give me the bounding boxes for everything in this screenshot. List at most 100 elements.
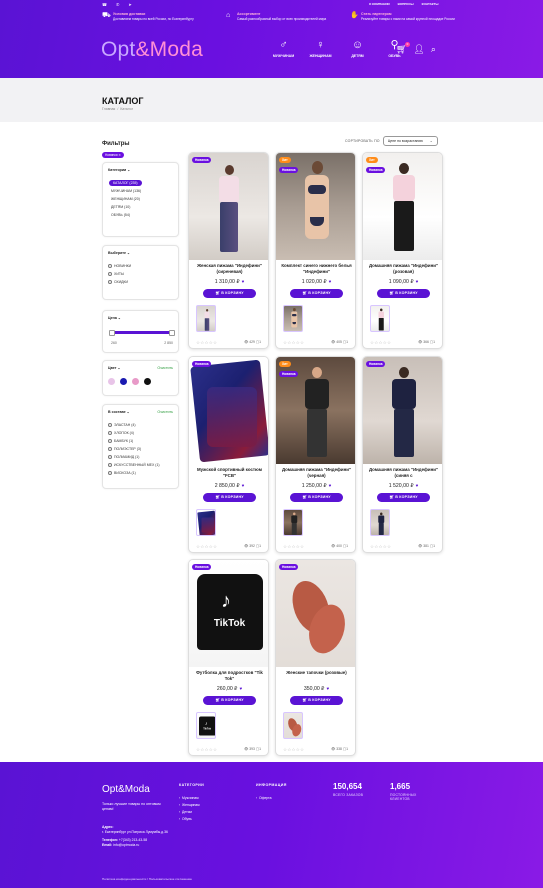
rating-stars[interactable]: ☆☆☆☆☆ xyxy=(196,340,217,346)
user-icon[interactable]: 👤︎ xyxy=(413,44,424,55)
price-range-track[interactable] xyxy=(111,331,171,334)
rating-stars[interactable]: ☆☆☆☆☆ xyxy=(196,747,217,753)
phone-icon[interactable]: ☎ xyxy=(102,2,107,7)
add-to-cart-button[interactable]: 🛒︎ В КОРЗИНУ xyxy=(377,289,430,298)
product-image[interactable] xyxy=(189,357,268,464)
heart-icon[interactable]: ♥ xyxy=(416,279,419,284)
heart-icon[interactable]: ♥ xyxy=(239,686,242,691)
footer-link[interactable]: › Детям xyxy=(179,809,200,816)
composition-item[interactable]: ИСКУССТВЕННЫЙ МЕХ (1) xyxy=(108,461,160,469)
option-new[interactable]: НОВИНКИ xyxy=(108,262,131,270)
product-name[interactable]: Домашняя пижама "Индефини" (черная) xyxy=(280,467,353,478)
product-thumbnail[interactable] xyxy=(283,712,303,739)
price-max-handle[interactable] xyxy=(169,329,175,336)
composition-item[interactable]: БАМБУК (1) xyxy=(108,437,160,445)
add-to-cart-button[interactable]: 🛒︎ В КОРЗИНУ xyxy=(290,696,343,705)
nav-kids[interactable]: ☺ ДЕТЯМ xyxy=(344,38,371,58)
filter-heading[interactable]: Цена ⌄ xyxy=(108,316,121,320)
price-min-handle[interactable] xyxy=(109,329,115,336)
sort-select[interactable]: Цене по возрастанию ⌄ xyxy=(382,136,438,146)
composition-item[interactable]: ХЛОПОК (4) xyxy=(108,429,160,437)
heart-icon[interactable]: ♥ xyxy=(329,483,332,488)
product-card[interactable]: Новинка Мужской спортивный костюм "FCB" … xyxy=(188,356,269,553)
heart-icon[interactable]: ♥ xyxy=(326,686,329,691)
color-swatch[interactable] xyxy=(132,378,139,385)
product-card[interactable]: Хит Новинка Комплект синего нижнего белья… xyxy=(275,152,356,349)
add-to-cart-button[interactable]: 🛒︎ В КОРЗИНУ xyxy=(377,493,430,502)
composition-item[interactable]: ЭЛАСТАН (4) xyxy=(108,421,160,429)
breadcrumb-home[interactable]: Главная xyxy=(102,107,115,111)
product-image[interactable]: TikTok ♪ xyxy=(189,560,268,667)
heart-icon[interactable]: ♥ xyxy=(416,483,419,488)
add-to-cart-button[interactable]: 🛒︎ В КОРЗИНУ xyxy=(290,493,343,502)
heart-icon[interactable]: ♥ xyxy=(242,279,245,284)
add-to-cart-button[interactable]: 🛒︎ В КОРЗИНУ xyxy=(203,696,256,705)
composition-item[interactable]: ПОЛИЭСТЕР (3) xyxy=(108,445,160,453)
product-card[interactable]: Хит Новинка Домашняя пижама "Индефини" (р… xyxy=(362,152,443,349)
color-swatch[interactable] xyxy=(144,378,151,385)
email-link[interactable]: info@optmoda.ru xyxy=(113,843,139,847)
product-name[interactable]: Домашняя пижама "Индефини" (синяя с xyxy=(367,467,440,478)
filter-heading[interactable]: Выберите ⌄ xyxy=(108,251,130,255)
product-thumbnail[interactable] xyxy=(370,509,390,536)
footer-policy-links[interactable]: Политика конфиденциальности / Пользовате… xyxy=(102,877,192,881)
product-image[interactable] xyxy=(189,153,268,260)
color-swatch[interactable] xyxy=(108,378,115,385)
product-thumbnail[interactable] xyxy=(370,305,390,332)
top-link-about[interactable]: О КОМПАНИИ xyxy=(369,2,390,6)
product-card[interactable]: Новинка Женские тапочки (розовые) 350,00… xyxy=(275,559,356,756)
add-to-cart-button[interactable]: 🛒︎ В КОРЗИНУ xyxy=(203,493,256,502)
site-logo[interactable]: Opt&Moda xyxy=(101,38,203,62)
product-card[interactable]: TikTok ♪ Новинка Футболка для подростков … xyxy=(188,559,269,756)
product-name[interactable]: Женские тапочки (розовые) xyxy=(280,670,353,676)
filter-heading[interactable]: Категории ⌄ xyxy=(108,168,130,172)
product-image[interactable] xyxy=(276,560,355,667)
footer-link[interactable]: › Оферта xyxy=(256,795,272,802)
product-image[interactable] xyxy=(363,357,442,464)
composition-item[interactable]: ВИСКОЗА (1) xyxy=(108,469,160,477)
color-clear-link[interactable]: Очистить xyxy=(157,366,173,370)
rating-stars[interactable]: ☆☆☆☆☆ xyxy=(283,747,304,753)
whatsapp-icon[interactable]: ✆ xyxy=(116,2,119,7)
footer-link[interactable]: › Мужчинам xyxy=(179,795,200,802)
category-item[interactable]: МУЖЧИНАМ (136) xyxy=(111,187,142,195)
product-thumbnail[interactable] xyxy=(196,305,216,332)
nav-women[interactable]: ♀ ЖЕНЩИНАМ xyxy=(307,38,334,58)
composition-clear-link[interactable]: Очистить xyxy=(157,410,173,414)
phone-link[interactable]: +7(343) 213-43-58 xyxy=(119,838,147,842)
option-sale[interactable]: СКИДКИ xyxy=(108,278,131,286)
add-to-cart-button[interactable]: 🛒︎ В КОРЗИНУ xyxy=(290,289,343,298)
product-thumbnail[interactable]: TikTok ♪ xyxy=(196,712,216,739)
product-thumbnail[interactable] xyxy=(283,305,303,332)
footer-link[interactable]: › Женщинам xyxy=(179,802,200,809)
rating-stars[interactable]: ☆☆☆☆☆ xyxy=(196,544,217,550)
telegram-icon[interactable]: ➤ xyxy=(128,2,131,7)
rating-stars[interactable]: ☆☆☆☆☆ xyxy=(370,340,391,346)
category-item[interactable]: ДЕТЯМ (10) xyxy=(111,203,142,211)
product-name[interactable]: Мужской спортивный костюм "FCB" xyxy=(193,467,266,478)
rating-stars[interactable]: ☆☆☆☆☆ xyxy=(283,340,304,346)
footer-logo[interactable]: Opt&Moda xyxy=(102,784,150,795)
filter-heading[interactable]: В составе ⌄ xyxy=(108,410,130,414)
heart-icon[interactable]: ♥ xyxy=(329,279,332,284)
category-item[interactable]: ЖЕНЩИНАМ (20) xyxy=(111,195,142,203)
filter-heading[interactable]: Цвет ⌄ xyxy=(108,366,121,370)
rating-stars[interactable]: ☆☆☆☆☆ xyxy=(370,544,391,550)
rating-stars[interactable]: ☆☆☆☆☆ xyxy=(283,544,304,550)
footer-link[interactable]: › Обувь xyxy=(179,816,200,823)
product-name[interactable]: Женская пижама "Индефини" (сиреневая) xyxy=(193,263,266,274)
category-item[interactable]: КАТАЛОГ (235) xyxy=(109,180,142,186)
add-to-cart-button[interactable]: 🛒︎ В КОРЗИНУ xyxy=(203,289,256,298)
product-card[interactable]: Хит Новинка Домашняя пижама "Индефини" (ч… xyxy=(275,356,356,553)
search-icon[interactable]: ⌕ xyxy=(431,44,436,55)
option-hits[interactable]: ХИТЫ xyxy=(108,270,131,278)
top-link-contacts[interactable]: КОНТАКТЫ xyxy=(422,2,439,6)
top-link-faq[interactable]: ВОПРОСЫ xyxy=(398,2,414,6)
product-card[interactable]: Новинка Женская пижама "Индефини" (сирен… xyxy=(188,152,269,349)
product-name[interactable]: Комплект синего нижнего белья "Индефини" xyxy=(280,263,353,274)
product-thumbnail[interactable] xyxy=(196,509,216,536)
product-card[interactable]: Новинка Домашняя пижама "Индефини" (синя… xyxy=(362,356,443,553)
nav-men[interactable]: ♂ МУЖЧИНАМ xyxy=(270,38,297,58)
active-filter-chip[interactable]: Новинки ✕ xyxy=(102,152,125,158)
product-name[interactable]: Футболка для подростков "Tik Tok" xyxy=(193,670,266,681)
